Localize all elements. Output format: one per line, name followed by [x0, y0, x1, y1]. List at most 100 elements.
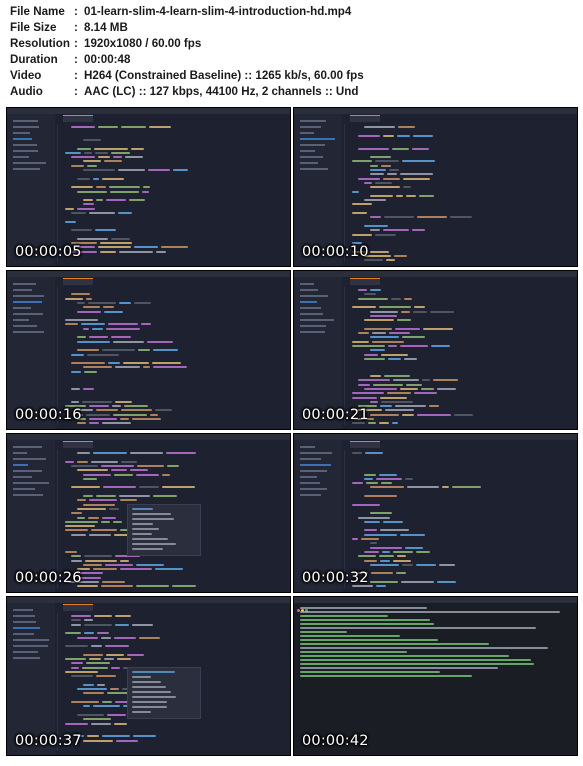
- code-token: [352, 392, 384, 395]
- video-thumbnail: 00:00:10: [293, 107, 578, 267]
- terminal-line: [300, 659, 531, 661]
- code-token: [83, 683, 94, 686]
- code-token: [71, 559, 82, 562]
- code-token: [83, 199, 93, 202]
- code-token: [114, 636, 136, 639]
- code-token: [389, 169, 399, 171]
- video-thumbnail: 00:00:42: [293, 596, 578, 756]
- sidebar-entry: [13, 313, 43, 315]
- code-token: [364, 353, 378, 356]
- code-token: [380, 405, 392, 408]
- code-token: [103, 486, 136, 489]
- sidebar-entry: [300, 138, 335, 140]
- sidebar-entry: [13, 138, 32, 140]
- code-token: [138, 349, 150, 352]
- terminal-line: [300, 639, 438, 641]
- code-token: [104, 658, 114, 660]
- code-token: [109, 507, 119, 510]
- code-token: [114, 722, 127, 725]
- file-info-value: 8.14 MB: [84, 21, 128, 34]
- terminal-line: [300, 647, 548, 649]
- code-token: [77, 349, 99, 352]
- terminal-line: [300, 675, 472, 677]
- code-token: [382, 550, 390, 553]
- code-token: [98, 246, 131, 249]
- code-token: [111, 469, 127, 472]
- code-token: [77, 147, 91, 150]
- code-token: [110, 688, 119, 691]
- sidebar-entry: [300, 464, 331, 466]
- code-token: [402, 336, 425, 339]
- sidebar-entry: [300, 313, 323, 315]
- sidebar-entry: [13, 494, 43, 496]
- code-token: [417, 216, 447, 219]
- sidebar-entry: [300, 156, 323, 158]
- code-token: [143, 366, 150, 369]
- sidebar-entry: [13, 482, 49, 484]
- sidebar-entry: [300, 482, 320, 484]
- code-token: [71, 666, 79, 669]
- code-token: [130, 452, 163, 454]
- code-token: [358, 383, 370, 386]
- sidebar-entry: [300, 295, 328, 297]
- code-token: [352, 160, 372, 163]
- code-token: [375, 233, 396, 236]
- sidebar-entry: [13, 120, 38, 122]
- code-token: [65, 632, 81, 635]
- code-token: [96, 409, 118, 412]
- code-token: [120, 568, 152, 571]
- code-token: [101, 636, 111, 639]
- code-token: [155, 568, 183, 571]
- code-token: [71, 186, 93, 189]
- code-token: [358, 134, 380, 137]
- code-token: [381, 164, 391, 167]
- terminal-line: [300, 643, 489, 645]
- code-token: [77, 499, 86, 502]
- sidebar-entry: [13, 162, 46, 164]
- video-thumbnail: 00:00:21: [293, 270, 578, 430]
- code-token: [65, 645, 88, 648]
- terminal-line: [300, 619, 430, 621]
- sidebar-entry: [300, 132, 314, 134]
- code-token: [77, 310, 101, 313]
- code-token: [77, 336, 86, 339]
- code-token: [437, 581, 456, 583]
- code-token: [65, 529, 88, 532]
- autocomplete-item: [132, 701, 167, 703]
- editor-gutter: [57, 124, 58, 262]
- code-token: [352, 340, 369, 343]
- sidebar-entry: [13, 319, 29, 321]
- code-token: [100, 250, 116, 253]
- code-token: [172, 585, 196, 588]
- code-token: [113, 156, 122, 159]
- code-token: [102, 349, 135, 352]
- terminal-line: [300, 627, 536, 629]
- code-token: [127, 653, 144, 656]
- code-token: [84, 151, 92, 154]
- code-token: [405, 477, 413, 480]
- file-info-separator: :: [74, 85, 78, 98]
- code-token: [433, 379, 458, 382]
- code-token: [370, 486, 404, 489]
- code-token: [111, 336, 131, 339]
- code-token: [120, 559, 129, 562]
- code-token: [71, 362, 105, 365]
- code-token: [383, 134, 394, 137]
- code-token: [383, 520, 403, 523]
- code-token: [83, 138, 101, 141]
- code-token: [94, 615, 112, 617]
- terminal-line: [300, 651, 407, 653]
- code-token: [379, 306, 411, 309]
- code-token: [132, 623, 153, 626]
- code-token: [71, 400, 79, 403]
- editor-tab: [63, 441, 93, 448]
- code-token: [65, 525, 95, 528]
- code-token: [96, 495, 116, 497]
- code-token: [364, 327, 392, 330]
- code-token: [115, 400, 132, 403]
- code-token: [393, 550, 413, 553]
- sidebar-entry: [300, 470, 327, 472]
- code-token: [358, 297, 388, 300]
- code-token: [352, 344, 385, 347]
- code-token: [387, 392, 411, 395]
